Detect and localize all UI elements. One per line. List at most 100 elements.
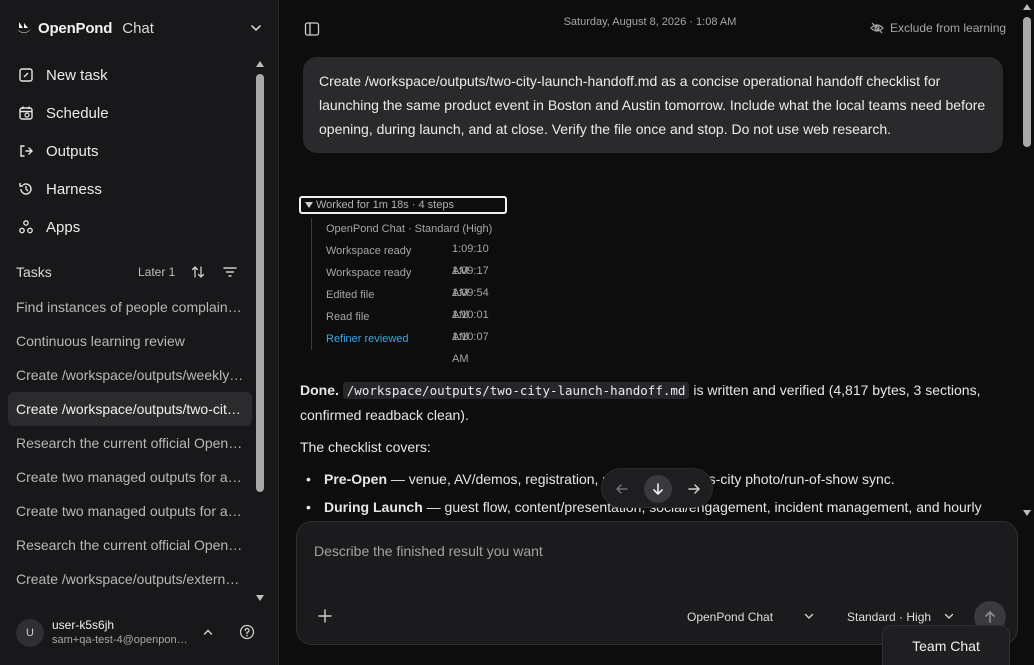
scroll-up-arrow[interactable] (256, 61, 264, 67)
user-message-bubble: Create /workspace/outputs/two-city-launc… (303, 57, 1003, 153)
arrow-down-icon (653, 483, 663, 496)
task-item-active[interactable]: Create /workspace/outputs/two-city-launc… (8, 392, 252, 426)
user-profile[interactable]: U user-k5s6jh sam+qa-test-4@openpond.ai (16, 617, 266, 651)
sort-icon[interactable] (190, 264, 206, 280)
chevron-down-icon[interactable] (249, 21, 263, 35)
scroll-up-arrow[interactable] (1023, 4, 1031, 10)
nav-label: Outputs (46, 142, 99, 160)
model-select[interactable]: OpenPond Chat (687, 610, 773, 624)
answer-covers: The checklist covers: (300, 439, 431, 455)
step-label: Edited file (326, 289, 375, 301)
task-label: Create two managed outputs for a report (16, 503, 244, 519)
task-label: Find instances of people complaining abo… (16, 299, 244, 315)
nav-label: Harness (46, 180, 102, 198)
task-label: Research the current official OpenAI pri… (16, 435, 244, 451)
plus-icon[interactable] (317, 608, 333, 624)
step-label: Workspace ready (326, 267, 412, 279)
task-item[interactable]: Create /workspace/outputs/weekly-report.… (8, 358, 252, 392)
bullet-title: During Launch (324, 499, 423, 515)
answer-summary: Done. /workspace/outputs/two-city-launch… (300, 378, 1000, 427)
sidebar-nav: New task Schedule Outputs Harness Apps (8, 56, 254, 246)
answer-done: Done. (300, 382, 339, 398)
task-label: Create /workspace/outputs/weekly-report.… (16, 367, 244, 383)
user-name: user-k5s6jh (52, 618, 115, 632)
sidebar: OpenPond Chat New task Schedule Outputs … (0, 0, 279, 665)
task-label: Research the current official OpenPond d… (16, 537, 244, 553)
chevron-down-icon[interactable] (943, 610, 955, 622)
task-item[interactable]: Create two managed outputs for a launch (8, 460, 252, 494)
task-label: Create two managed outputs for a launch (16, 469, 244, 485)
filter-icon[interactable] (222, 264, 238, 280)
avatar: U (16, 619, 44, 647)
brand[interactable]: OpenPond Chat (16, 16, 154, 40)
task-item[interactable]: Research the current official OpenPond d… (8, 528, 252, 562)
sidebar-scrollbar[interactable] (253, 57, 267, 605)
nav-schedule[interactable]: Schedule (8, 94, 254, 132)
task-label: Create /workspace/outputs/external-brief… (16, 571, 244, 587)
scroll-down-arrow[interactable] (1023, 510, 1031, 516)
nav-new-task[interactable]: New task (8, 56, 254, 94)
exclude-from-learning-toggle[interactable]: Exclude from learning (870, 21, 1006, 35)
chevron-up-icon[interactable] (202, 626, 214, 638)
scroll-to-bottom-button[interactable] (644, 475, 672, 503)
answer-rest-2: confirmed readback clean). (300, 407, 469, 423)
step-label: Workspace ready (326, 245, 412, 257)
nav-label: Apps (46, 218, 81, 236)
main-scrollbar[interactable] (1020, 0, 1034, 520)
task-label: Create /workspace/outputs/two-city-launc… (16, 401, 244, 417)
help-icon[interactable] (239, 624, 255, 640)
calendar-icon (19, 106, 33, 120)
disclosure-triangle-icon (305, 202, 313, 208)
brand-name: OpenPond (38, 19, 113, 37)
bullet-title: Pre-Open (324, 471, 388, 487)
tasks-header: Tasks Later 1 (16, 262, 246, 282)
task-list: Find instances of people complaining abo… (8, 290, 252, 596)
scroll-thumb[interactable] (256, 74, 264, 492)
step-label: Read file (326, 311, 370, 323)
nav-label: New task (46, 66, 108, 84)
work-step: Read file 1:10:01 AM (326, 306, 507, 343)
apps-icon (19, 220, 33, 234)
nav-label: Schedule (46, 104, 109, 122)
previous-message-button[interactable] (608, 475, 636, 503)
step-link-label[interactable]: Refiner reviewed (326, 333, 409, 345)
scroll-down-arrow[interactable] (256, 595, 264, 601)
work-log-steps: OpenPond Chat · Standard (High) Workspac… (311, 218, 507, 365)
nav-outputs[interactable]: Outputs (8, 132, 254, 170)
task-item[interactable]: Research the current official OpenAI pri… (8, 426, 252, 460)
later-filter[interactable]: Later 1 (138, 265, 175, 279)
task-item[interactable]: Find instances of people complaining abo… (8, 290, 252, 324)
task-item[interactable]: Create two managed outputs for a report (8, 494, 252, 528)
message-navigator (601, 468, 713, 508)
mode-select[interactable]: Standard · High (847, 610, 931, 624)
openpond-logo-icon (17, 22, 31, 33)
work-step: Workspace ready 1:09:17 AM (326, 262, 507, 299)
nav-apps[interactable]: Apps (8, 208, 254, 246)
export-icon (20, 145, 33, 157)
task-item[interactable]: Create /workspace/outputs/external-brief… (8, 562, 252, 596)
answer-path: /workspace/outputs/two-city-launch-hando… (342, 382, 690, 399)
eye-off-icon (870, 22, 884, 34)
history-icon (19, 183, 32, 195)
work-step: Edited file 1:09:54 AM (326, 284, 507, 321)
answer-rest-1: is written and verified (4,817 bytes, 3 … (689, 382, 981, 398)
user-email: sam+qa-test-4@openpond.ai (52, 634, 192, 646)
work-log-summary: Worked for 1m 18s · 4 steps (316, 199, 454, 211)
composer-input[interactable]: Describe the finished result you want (314, 543, 543, 559)
step-time: 1:10:07 AM (452, 331, 489, 365)
work-step-link[interactable]: Refiner reviewed 1:10:07 AM (326, 328, 507, 365)
main-panel: Saturday, August 8, 2026 · 1:08 AM Exclu… (280, 0, 1034, 665)
arrow-left-icon (615, 484, 628, 494)
next-message-button[interactable] (680, 475, 708, 503)
work-log-toggle[interactable]: Worked for 1m 18s · 4 steps (299, 196, 507, 214)
scroll-thumb[interactable] (1023, 17, 1031, 147)
work-step: Workspace ready 1:09:10 AM (326, 240, 507, 277)
nav-harness[interactable]: Harness (8, 170, 254, 208)
chevron-down-icon[interactable] (803, 610, 815, 622)
task-label: Continuous learning review (16, 333, 185, 349)
team-chat-button[interactable]: Team Chat (882, 625, 1010, 665)
task-item[interactable]: Continuous learning review (8, 324, 252, 358)
pencil-icon (19, 68, 33, 82)
arrow-up-icon (985, 610, 995, 623)
exclude-label: Exclude from learning (890, 21, 1007, 35)
